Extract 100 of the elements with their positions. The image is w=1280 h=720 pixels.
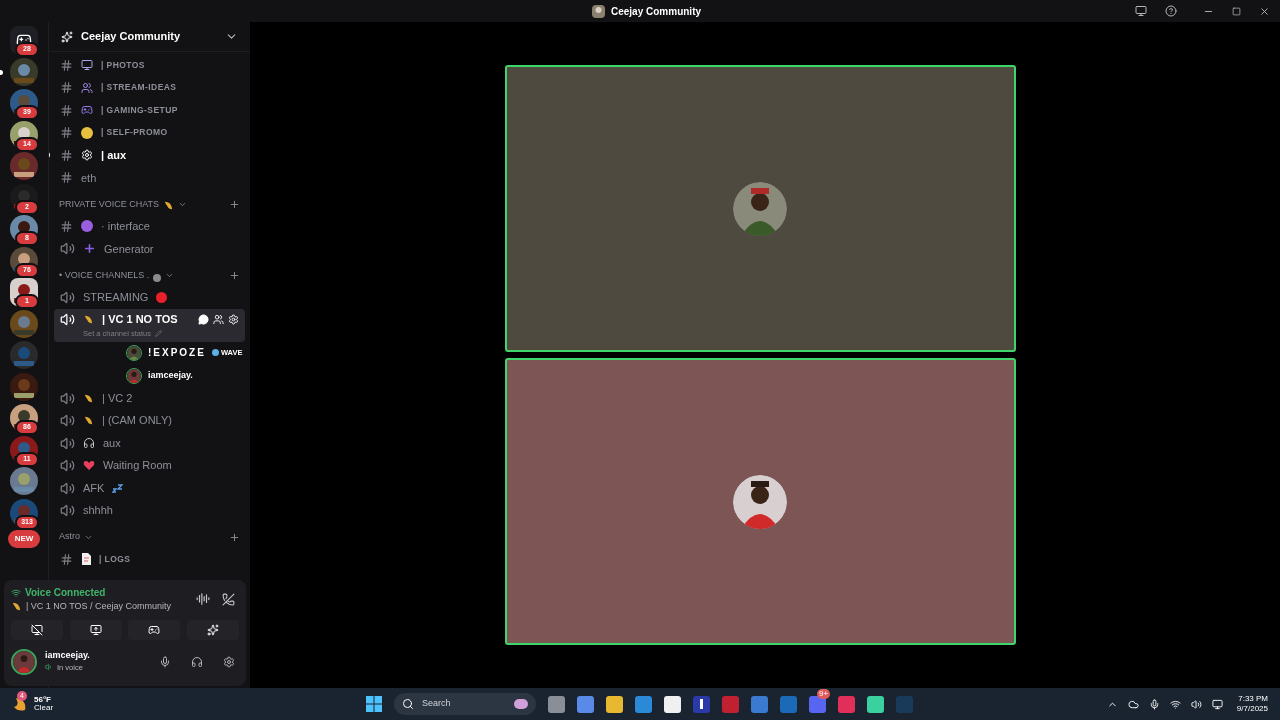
channel-name: · interface <box>101 219 150 234</box>
voice-channel-link[interactable]: | VC 1 NO TOS / Ceejay Community <box>26 600 172 614</box>
channel-name: Waiting Room <box>103 458 172 474</box>
chat-icon[interactable] <box>198 313 209 325</box>
channel-item[interactable]: | SELF-PROMO <box>54 121 245 144</box>
hash-icon <box>60 103 73 117</box>
moon-icon <box>12 696 28 712</box>
window-title: Ceejay Community <box>611 5 702 19</box>
username[interactable]: iamceejay. <box>45 650 90 662</box>
add-channel-icon[interactable] <box>229 270 240 281</box>
channel-name: STREAMING <box>83 290 149 305</box>
add-channel-icon[interactable] <box>229 199 240 210</box>
channel-name: Generator <box>104 241 154 257</box>
search-icon <box>402 698 414 710</box>
invite-icon[interactable] <box>213 313 224 325</box>
microphone-icon[interactable] <box>159 655 171 668</box>
add-channel-icon[interactable] <box>229 531 240 543</box>
camera-button[interactable] <box>11 619 63 640</box>
search-placeholder: Search <box>422 697 451 711</box>
channel-item[interactable]: | LOGS <box>54 547 245 571</box>
noise-icon[interactable] <box>196 592 210 607</box>
crescent-icon <box>83 415 94 427</box>
speaker-icon <box>60 435 75 451</box>
monitor-icon <box>81 59 93 72</box>
channel-item[interactable]: Generator <box>54 237 245 260</box>
unread-pip <box>0 69 3 75</box>
channel-name: | PHOTOS <box>101 58 145 72</box>
category-title[interactable]: • VOICE CHANNELS . <box>59 268 150 282</box>
start-icon[interactable] <box>366 696 382 712</box>
screen-share-icon <box>89 623 102 636</box>
clock-time[interactable]: 7:33 PM <box>1238 694 1268 704</box>
channel-item[interactable]: | PHOTOS <box>54 54 245 77</box>
channel-name: aux <box>103 435 121 451</box>
channel-item[interactable]: | aux <box>54 144 245 167</box>
chevron-icon[interactable] <box>178 200 187 209</box>
server-badge-icon <box>61 30 73 43</box>
microphone-icon[interactable] <box>1148 698 1160 710</box>
help-icon[interactable] <box>1165 5 1177 17</box>
channel-item[interactable]: Waiting Room <box>54 454 245 477</box>
camera-off-icon <box>31 623 43 636</box>
channel-item[interactable]: aux <box>54 431 245 455</box>
hash-icon <box>60 552 73 566</box>
voice-icon <box>45 663 53 672</box>
search-field[interactable]: Search <box>394 693 536 715</box>
crescent-icon <box>83 313 94 325</box>
crescent-icon <box>11 601 22 613</box>
channel-item[interactable]: | STREAM-IDEAS <box>54 76 245 99</box>
chevron-icon[interactable] <box>165 271 175 280</box>
channel-name: AFK <box>83 480 105 496</box>
soundboard-button[interactable] <box>186 619 239 640</box>
hash-icon <box>60 148 73 162</box>
speaker-icon <box>60 390 75 406</box>
speaker-icon <box>60 503 75 519</box>
channel-item[interactable]: | VC 2 <box>54 386 245 410</box>
activity-button[interactable] <box>128 619 181 640</box>
screen-share-button[interactable] <box>69 619 122 640</box>
channel-name: | VC 2 <box>102 390 133 406</box>
member-name[interactable]: iamceejay. <box>148 368 193 383</box>
drop-icon <box>211 349 219 357</box>
crescent-icon <box>163 200 174 211</box>
hash-icon <box>60 126 73 140</box>
channel-item[interactable]: | GAMING-SETUP <box>54 99 245 122</box>
channel-name: | STREAM-IDEAS <box>101 81 177 95</box>
video-tile[interactable] <box>504 65 1016 352</box>
maximize-icon[interactable] <box>1232 6 1241 16</box>
headphones-icon[interactable] <box>191 655 203 668</box>
server-name[interactable]: Ceejay Community <box>81 28 181 45</box>
channel-name: | VC 1 NO TOS <box>102 312 178 328</box>
disconnect-icon[interactable] <box>222 592 235 606</box>
channel-name: | GAMING-SETUP <box>101 103 178 117</box>
channel-item[interactable]: STREAMING <box>54 286 245 309</box>
sleep-icon <box>112 483 125 494</box>
member-name[interactable]: !EXPOZE <box>148 345 206 361</box>
document-icon <box>81 553 91 566</box>
voice-status[interactable]: Voice Connected <box>25 585 106 600</box>
volume-icon[interactable] <box>1190 698 1202 710</box>
close-icon[interactable] <box>1259 5 1270 17</box>
gear-icon <box>81 149 93 162</box>
cloud-icon[interactable] <box>1127 698 1139 710</box>
channel-item[interactable]: AFK <box>54 476 245 500</box>
channel-name: | SELF-PROMO <box>101 126 168 140</box>
hash-icon <box>60 219 73 233</box>
gamepad-icon <box>81 104 93 117</box>
hash-icon <box>60 171 73 185</box>
weather-condition[interactable]: Clear <box>34 704 54 712</box>
channel-item[interactable]: eth <box>54 166 245 189</box>
channel-item[interactable]: shhhh <box>54 499 245 522</box>
speaker-icon <box>60 413 75 429</box>
clock-date[interactable]: 9/7/2025 <box>1236 704 1268 714</box>
video-tile[interactable] <box>504 358 1016 645</box>
category-title[interactable]: PRIVATE VOICE CHATS <box>59 197 159 211</box>
wifi-icon[interactable] <box>1169 698 1181 710</box>
channel-item[interactable]: · interface <box>54 215 245 238</box>
settings-icon[interactable] <box>223 655 235 668</box>
weather-temperature[interactable]: 56°F <box>34 696 54 704</box>
channel-item[interactable]: | (CAM ONLY) <box>54 409 245 432</box>
headphones-icon <box>83 437 95 450</box>
category-title[interactable]: Astro <box>59 530 80 544</box>
record-icon <box>156 291 168 303</box>
new-badge[interactable]: NEW <box>7 530 41 548</box>
